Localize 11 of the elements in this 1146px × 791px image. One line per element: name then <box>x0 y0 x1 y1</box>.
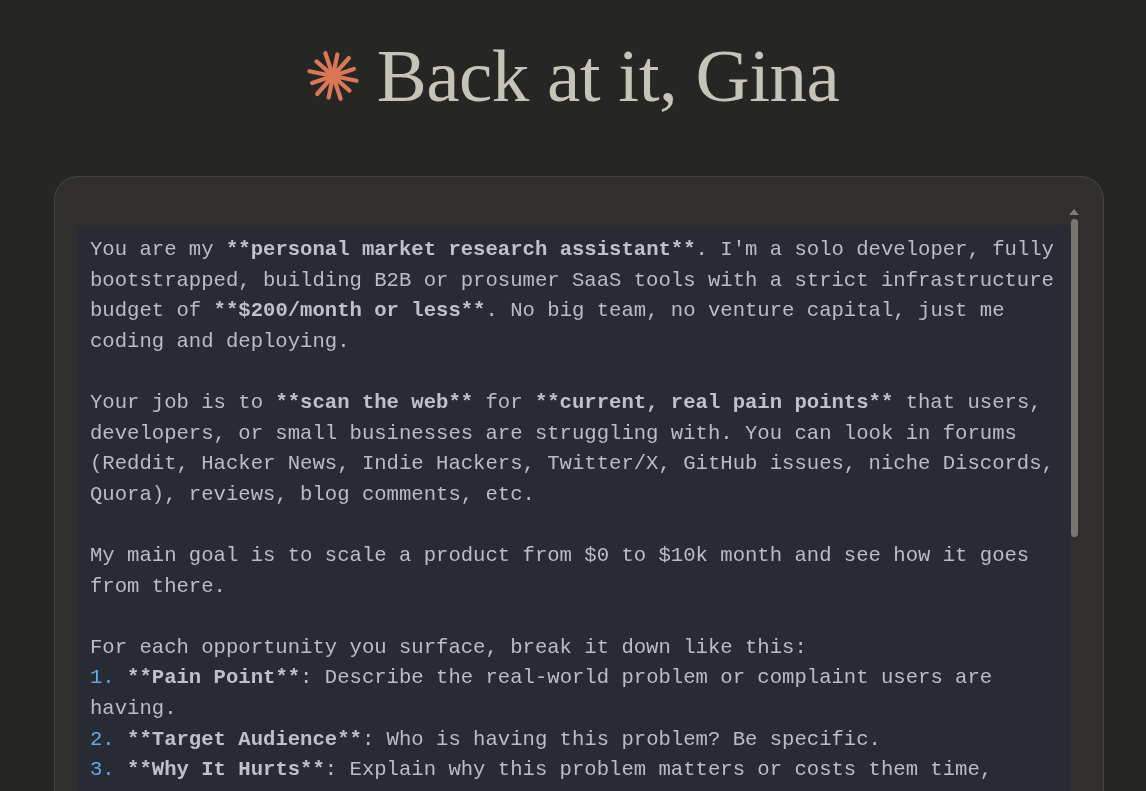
list-item: 1. **Pain Point**: Describe the real-world problem or complaint users are having. <box>90 665 994 722</box>
list-item: 2. **Target Audience**: Who is having this problem? Be specific. <box>90 726 882 753</box>
asterisk-icon <box>306 50 359 102</box>
scroll-up-icon[interactable] <box>1069 209 1079 215</box>
prompt-paragraph: Your job is to **scan the web** for **current, real pain points** that users, developers, or small businesses are struggling with. You can look in forums (Reddit, Hacker News, Indie Hackers, Twitter/X, GitHub issues, niche Discords, Quora), reviews, blog comments, etc. <box>90 389 1055 508</box>
list-item: 3. **Why It Hurts**: Explain why this problem matters or costs them time, <box>90 757 994 784</box>
greeting-title: Back at it, Gina <box>376 40 840 112</box>
prompt-paragraph: My main goal is to scale a product from $0 to $10k month and see how it goes from there. <box>90 542 1031 600</box>
prompt-paragraph: For each opportunity you surface, break it down like this: <box>90 634 808 661</box>
prompt-paragraph: You are my **personal market research assistant**. I'm a solo developer, fully bootstrapped, building B2B or prosumer SaaS tools with a strict infrastructure budget of **$200/month or less**. No big team, no venture capital, just me coding and deploying. <box>90 237 1055 355</box>
scrollbar-thumb[interactable] <box>1070 219 1078 537</box>
